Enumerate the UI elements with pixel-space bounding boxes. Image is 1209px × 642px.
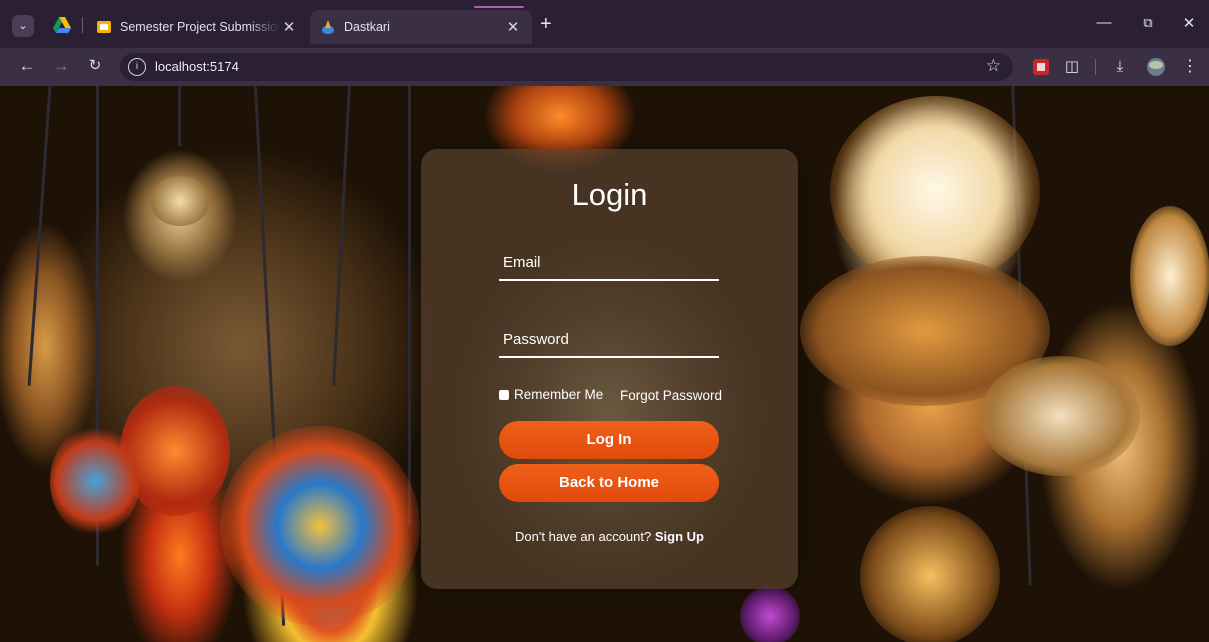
tab-dastkari[interactable]: Dastkari ✕ [310,10,532,44]
lamp-globe [1130,206,1209,346]
dastkari-favicon-icon [322,20,334,34]
new-tab-icon[interactable]: + [540,14,552,34]
forgot-password-link[interactable]: Forgot Password [620,388,722,403]
lamp-brass [860,506,1000,642]
lamp-glass [980,356,1140,476]
remember-me[interactable]: Remember Me [499,387,603,402]
restore-icon[interactable]: ⧉ [1136,15,1160,31]
password-field[interactable] [499,322,719,356]
slides-icon [97,21,111,33]
login-button[interactable]: Log In [499,421,719,459]
password-field-wrapper [499,322,719,358]
site-info-icon[interactable]: i [128,58,146,76]
lamp-chain [408,86,411,526]
tab-semester-project[interactable]: Semester Project Submission (L ✕ [86,10,308,44]
browser-toolbar: ← → ↻ i localhost:5174 ☆ ◫ ⤓ ⋮ [0,48,1209,86]
tab-separator [82,17,83,33]
tab-group-marker [474,6,524,8]
lamp-shade [150,176,210,226]
signup-prompt: Don't have an account? Sign Up [421,529,798,544]
download-icon[interactable]: ⤓ [1110,57,1130,77]
back-to-home-button[interactable]: Back to Home [499,464,719,502]
mosaic-lamp [220,426,420,626]
extensions-puzzle-icon[interactable]: ◫ [1062,57,1082,77]
email-field-wrapper [499,245,719,281]
email-field[interactable] [499,245,719,279]
browser-tab-strip: ⌄ Semester Project Submission (L ✕ Dastk… [0,0,1209,48]
toolbar-separator [1095,59,1096,75]
remember-me-checkbox[interactable] [499,389,509,400]
login-title: Login [571,177,648,212]
close-window-icon[interactable]: ✕ [1177,14,1201,32]
remember-me-label: Remember Me [514,387,604,402]
login-card: Login Remember Me Forgot Password Log In… [421,149,798,589]
lamp-chain [332,86,351,386]
reload-icon[interactable]: ↻ [85,57,105,75]
profile-avatar-icon[interactable] [1146,57,1166,77]
minimize-icon[interactable]: — [1092,14,1116,31]
lamp-chain [27,86,52,386]
close-tab-icon[interactable]: ✕ [504,18,522,36]
tab-search-chevron-icon[interactable]: ⌄ [12,15,34,37]
forward-icon[interactable]: → [51,57,71,75]
close-tab-icon[interactable]: ✕ [280,18,298,36]
lamp-chain [178,86,181,146]
mosaic-lamp [50,426,140,536]
tab-title: Dastkari [344,20,390,34]
signup-prompt-text: Don't have an account? [515,529,652,544]
menu-kebab-icon[interactable]: ⋮ [1180,57,1200,77]
mosaic-lamp [740,586,800,642]
address-url[interactable]: localhost:5174 [155,59,239,74]
back-icon[interactable]: ← [17,57,37,75]
extension-red-icon[interactable] [1031,57,1051,77]
google-drive-icon[interactable] [52,16,72,34]
bookmark-star-icon[interactable]: ☆ [986,56,1001,76]
address-bar[interactable]: i localhost:5174 ☆ [120,53,1013,81]
tab-title: Semester Project Submission (L [120,20,280,34]
signup-link[interactable]: Sign Up [655,529,704,544]
